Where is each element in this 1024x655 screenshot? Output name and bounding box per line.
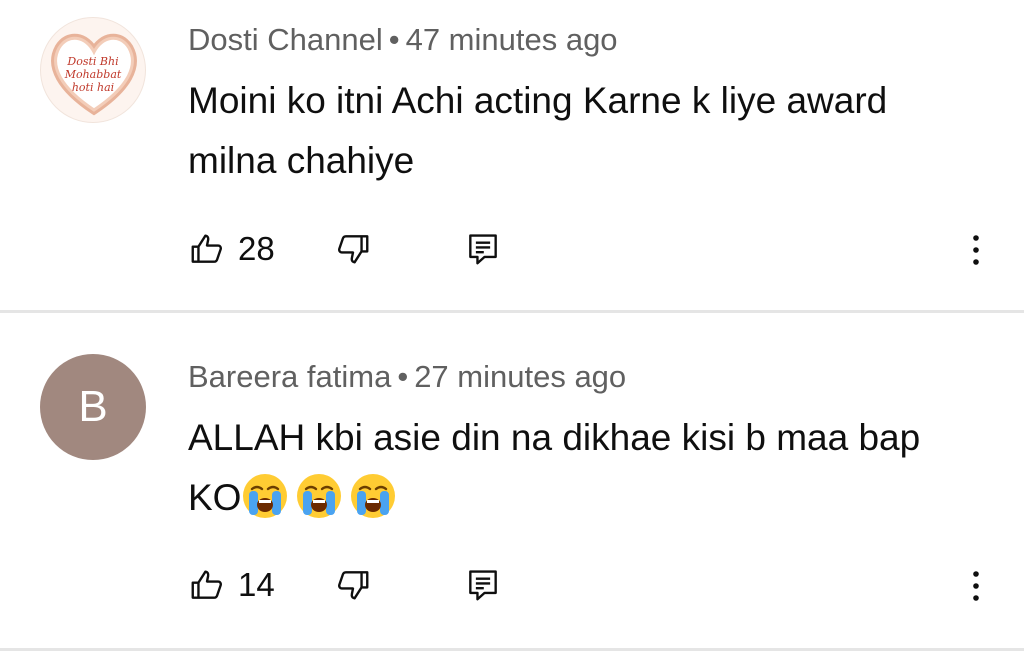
more-options-button[interactable]	[966, 566, 986, 606]
like-button[interactable]: 28	[188, 230, 275, 268]
comment-1: Dosti Bhi Mohabbat hoti hai Dosti Channe…	[0, 0, 1024, 312]
thumbs-up-icon	[191, 570, 222, 599]
reply-comment-icon	[469, 234, 497, 265]
loudly-crying-face-emoji	[297, 474, 342, 518]
thumbs-down-icon	[338, 571, 369, 600]
like-count: 28	[238, 230, 275, 267]
comment-time[interactable]: 47 minutes ago	[406, 22, 618, 57]
like-button[interactable]: 14	[188, 566, 275, 604]
reply-comment-icon	[469, 570, 497, 601]
emoji-group	[241, 474, 403, 518]
comment-meta: Bareera fatima • 27 minutes ago	[188, 359, 626, 395]
author-avatar[interactable]: Dosti Bhi Mohabbat hoti hai	[40, 17, 146, 123]
thumbs-down-icon	[338, 235, 369, 264]
comment-divider	[0, 310, 1024, 313]
meta-separator: •	[397, 359, 409, 394]
thumbs-up-icon	[191, 234, 222, 263]
dislike-button[interactable]	[334, 566, 372, 604]
author-name[interactable]: Bareera fatima	[188, 359, 391, 394]
author-avatar[interactable]: B	[40, 354, 146, 460]
meta-separator: •	[388, 22, 400, 57]
comment-actions: 14	[188, 566, 998, 606]
comment-divider	[0, 648, 1024, 651]
reply-button[interactable]	[464, 230, 502, 268]
author-name[interactable]: Dosti Channel	[188, 22, 383, 57]
comment-meta: Dosti Channel • 47 minutes ago	[188, 22, 618, 58]
comment-time[interactable]: 27 minutes ago	[414, 359, 626, 394]
comment-actions: 28	[188, 230, 998, 270]
loudly-crying-face-emoji	[243, 474, 288, 518]
comment-text: ALLAH kbi asie din na dikhae kisi b maa …	[188, 408, 978, 528]
like-count: 14	[238, 566, 275, 603]
comment-2: B Bareera fatima • 27 minutes ago ALLAH kb…	[0, 314, 1024, 650]
avatar-caption: Dosti Bhi Mohabbat hoti hai	[64, 55, 122, 94]
comment-text: Moini ko itni Achi acting Karne k liye a…	[188, 80, 888, 181]
dislike-button[interactable]	[334, 230, 372, 268]
more-vertical-icon	[973, 571, 979, 601]
more-vertical-icon	[973, 235, 979, 265]
avatar-letter: B	[78, 382, 108, 431]
loudly-crying-face-emoji	[351, 474, 396, 518]
reply-button[interactable]	[464, 566, 502, 604]
more-options-button[interactable]	[966, 230, 986, 270]
